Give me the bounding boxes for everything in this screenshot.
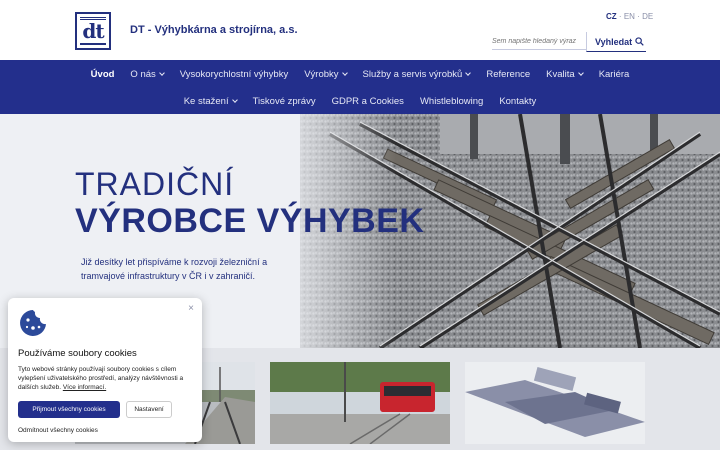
nav-item-kontakty[interactable]: Kontakty bbox=[499, 96, 536, 107]
accept-all-cookies-button[interactable]: Přijmout všechny cookies bbox=[18, 401, 120, 418]
lang-en[interactable]: EN bbox=[624, 12, 635, 21]
nav-item-label: Reference bbox=[486, 69, 531, 80]
lang-separator: · bbox=[637, 12, 640, 21]
nav-item-o-nas[interactable]: O nás bbox=[130, 69, 165, 80]
cookie-description: Tyto webové stránky používají soubory co… bbox=[18, 365, 196, 392]
card-tram[interactable] bbox=[270, 362, 450, 444]
nav-item-sluzby[interactable]: Služby a servis výrobků bbox=[362, 69, 472, 80]
nav-item-uvod[interactable]: Úvod bbox=[91, 69, 115, 80]
search-button-label: Vyhledat bbox=[595, 36, 633, 47]
nav-item-label: Služby a servis výrobků bbox=[362, 69, 463, 80]
chevron-down-icon bbox=[231, 97, 238, 103]
tram-photo bbox=[270, 362, 450, 444]
cookie-settings-button[interactable]: Nastavení bbox=[126, 401, 172, 418]
company-name[interactable]: DT - Výhybkárna a strojírna, a.s. bbox=[130, 24, 298, 36]
nav-item-label: O nás bbox=[130, 69, 156, 80]
nav-item-label: Kariéra bbox=[598, 69, 630, 80]
nav-row-secondary: Ke stažení Tiskové zprávy GDPR a Cookies… bbox=[0, 96, 720, 107]
language-switcher: CZ · EN · DE bbox=[606, 12, 653, 21]
nav-item-label: Ke stažení bbox=[183, 96, 229, 107]
cookie-title: Používáme soubory cookies bbox=[18, 348, 137, 359]
company-logo[interactable]: dt bbox=[75, 12, 111, 50]
nav-item-label: Whistleblowing bbox=[419, 96, 484, 107]
logo-mark: dt bbox=[82, 19, 104, 43]
nav-item-whistleblowing[interactable]: Whistleblowing bbox=[420, 96, 483, 107]
logo-bottom-rule bbox=[80, 43, 106, 45]
search-input[interactable] bbox=[492, 34, 586, 50]
cookie-icon bbox=[20, 310, 46, 336]
nav-item-label: Vysokorychlostní výhybky bbox=[179, 69, 289, 80]
nav-item-label: Kvalita bbox=[546, 69, 575, 80]
nav-item-tiskove-zpravy[interactable]: Tiskové zprávy bbox=[253, 96, 316, 107]
cookie-consent-dialog: × Používáme soubory cookies Tyto webové … bbox=[8, 298, 202, 442]
chevron-down-icon bbox=[465, 70, 472, 76]
card-3d-model[interactable] bbox=[465, 362, 645, 444]
nav-item-kariera[interactable]: Kariéra bbox=[599, 69, 630, 80]
main-navigation: Úvod O nás Vysokorychlostní výhybky Výro… bbox=[0, 60, 720, 114]
nav-item-vysokorychlostni-vyhybky[interactable]: Vysokorychlostní výhybky bbox=[180, 69, 288, 80]
nav-item-kvalita[interactable]: Kvalita bbox=[546, 69, 584, 80]
nav-item-label: Úvod bbox=[90, 69, 115, 80]
more-info-link[interactable]: Více informací. bbox=[63, 384, 106, 391]
hero-description: Již desítky let přispíváme k rozvoji žel… bbox=[81, 257, 268, 281]
lang-cz[interactable]: CZ bbox=[606, 12, 617, 21]
nav-item-label: Výrobky bbox=[304, 69, 339, 80]
hero-title-line2: VÝROBCE VÝHYBEK bbox=[75, 202, 425, 240]
switch-3d-model bbox=[465, 362, 645, 444]
reject-all-cookies-link[interactable]: Odmítnout všechny cookies bbox=[18, 427, 98, 434]
lang-de[interactable]: DE bbox=[642, 12, 653, 21]
search-icon bbox=[635, 37, 644, 46]
close-icon[interactable]: × bbox=[188, 303, 194, 314]
lang-separator: · bbox=[618, 12, 622, 21]
nav-item-label: Kontakty bbox=[499, 96, 537, 107]
nav-item-label: Tiskové zprávy bbox=[252, 96, 316, 107]
chevron-down-icon bbox=[577, 70, 584, 76]
chevron-down-icon bbox=[158, 70, 165, 76]
nav-item-reference[interactable]: Reference bbox=[486, 69, 530, 80]
nav-item-vyrobky[interactable]: Výrobky bbox=[304, 69, 348, 80]
hero-title-line1: TRADIČNÍ bbox=[75, 166, 235, 202]
search-button[interactable]: Vyhledat bbox=[586, 32, 646, 52]
site-header: dt DT - Výhybkárna a strojírna, a.s. CZ … bbox=[0, 0, 720, 60]
nav-item-ke-stazeni[interactable]: Ke stažení bbox=[183, 96, 238, 107]
nav-row-primary: Úvod O nás Vysokorychlostní výhybky Výro… bbox=[0, 69, 720, 80]
nav-item-label: GDPR a Cookies bbox=[331, 96, 404, 107]
nav-item-gdpr[interactable]: GDPR a Cookies bbox=[332, 96, 404, 107]
chevron-down-icon bbox=[341, 70, 348, 76]
